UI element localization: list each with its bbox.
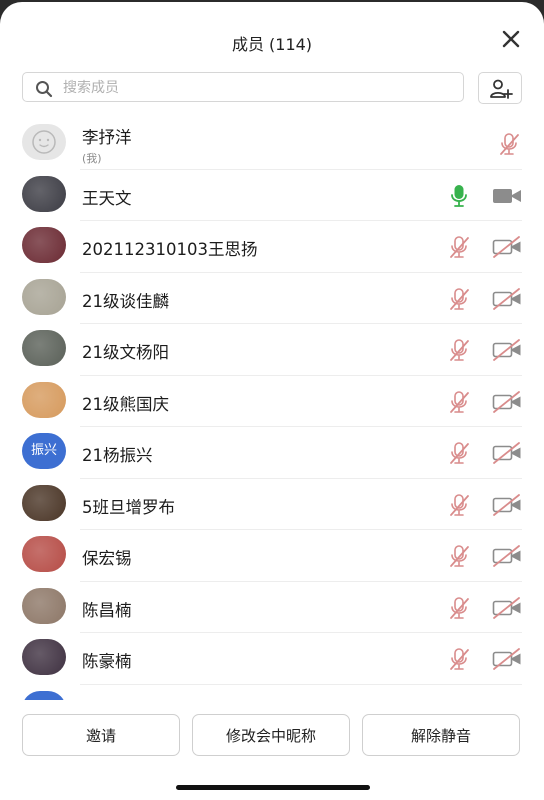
microphone-muted-icon[interactable] [446,543,472,569]
member-name: 李抒洋 [82,128,132,147]
add-member-button[interactable] [478,72,522,104]
avatar [22,278,66,315]
member-name: 陈昌楠 [82,600,132,620]
member-row[interactable]: 保宏锡 [0,530,544,582]
microphone-active-icon[interactable] [446,183,472,209]
member-name: 保宏锡 [82,549,132,568]
microphone-muted-icon[interactable] [446,286,472,312]
microphone-muted-icon[interactable] [446,234,472,260]
invite-button[interactable]: 邀请 [22,714,180,756]
member-row[interactable]: 陈昌楠 [0,582,544,633]
video-off-icon[interactable] [492,699,522,700]
video-off-icon[interactable] [492,648,522,670]
video-off-icon[interactable] [492,493,522,516]
add-user-icon [490,79,513,99]
avatar [22,536,66,572]
member-name: 21杨振兴 [82,446,153,465]
page-title: 成员 (114) [231,35,313,54]
microphone-muted-icon[interactable] [446,698,472,700]
footer-actions: 邀请 修改会中昵称 解除静音 [22,714,522,758]
avatar [22,381,66,418]
panel-header: 成员 (114) [0,2,544,80]
member-row[interactable]: 202112310103王思扬 [0,221,544,273]
video-camera-icon[interactable] [492,185,522,207]
avatar [22,330,66,366]
microphone-muted-icon[interactable] [446,646,472,672]
member-row[interactable] [0,685,544,700]
member-row[interactable]: 王天文 [0,170,544,221]
video-off-icon[interactable] [492,390,522,413]
avatar [22,690,66,700]
search-input[interactable] [61,77,445,99]
self-label: (我) [82,152,102,165]
video-off-icon[interactable] [492,236,522,258]
video-off-icon[interactable] [492,287,522,310]
member-row[interactable]: 振兴 21杨振兴 [0,427,544,479]
microphone-muted-icon[interactable] [446,440,472,466]
member-name: 21级熊国庆 [82,394,169,414]
member-row[interactable]: 陈豪楠 [0,633,544,685]
avatar [22,639,66,675]
member-name: 王天文 [82,188,132,208]
microphone-muted-icon[interactable] [446,595,472,621]
member-name: 陈豪楠 [82,652,132,671]
microphone-muted-icon[interactable] [446,492,472,518]
avatar [22,227,66,263]
microphone-muted-icon[interactable] [446,337,472,363]
rename-nickname-button[interactable]: 修改会中昵称 [192,714,350,756]
video-off-icon[interactable] [492,596,522,619]
member-list: 李抒洋 (我) 王天文 202112310103王思扬 21级谈佳麟 21级文杨阳… [0,118,544,700]
avatar: 振兴 [22,433,66,469]
member-row[interactable]: 21级文杨阳 [0,324,544,376]
member-name: 202112310103王思扬 [82,240,258,259]
members-panel: 成员 (114) 李抒洋 (我) 王天文 202112310103王思扬 [0,2,544,800]
microphone-muted-icon[interactable] [446,389,472,415]
search-row [22,72,522,104]
video-off-icon[interactable] [492,442,522,464]
member-name: 21级文杨阳 [82,343,169,362]
avatar [22,484,66,521]
member-name: 5班旦增罗布 [82,497,175,517]
search-icon [36,81,53,98]
unmute-button[interactable]: 解除静音 [362,714,520,756]
avatar [22,175,66,212]
member-row[interactable]: 21级谈佳麟 [0,273,544,324]
member-row[interactable]: 李抒洋 (我) [0,118,544,170]
search-box[interactable] [22,72,464,102]
member-row[interactable]: 5班旦增罗布 [0,479,544,530]
video-off-icon[interactable] [492,339,522,361]
microphone-muted-icon[interactable] [496,131,522,157]
close-icon[interactable] [500,28,522,50]
avatar [22,124,66,160]
avatar [22,587,66,624]
video-off-icon[interactable] [492,545,522,567]
home-indicator [176,785,370,790]
member-name: 21级谈佳麟 [82,291,169,311]
member-row[interactable]: 21级熊国庆 [0,376,544,427]
